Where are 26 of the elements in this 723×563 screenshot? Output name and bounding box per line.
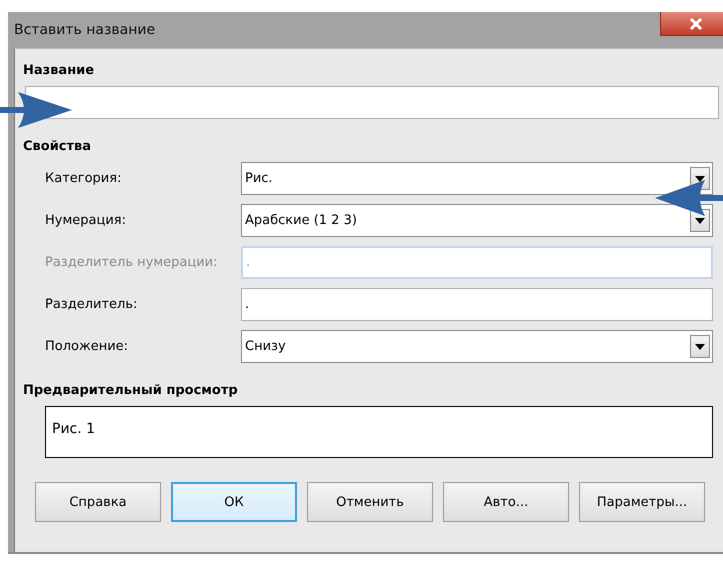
field-label: Разделитель нумерации: bbox=[45, 255, 218, 270]
dropdown-field[interactable]: Арабские (1 2 3) bbox=[241, 204, 713, 237]
caption-field[interactable] bbox=[25, 86, 719, 119]
dialog-button[interactable]: ОК bbox=[171, 482, 297, 522]
preview-box: Рис. 1 bbox=[45, 406, 713, 458]
field-label: Положение: bbox=[45, 339, 130, 354]
caret-icon bbox=[695, 344, 705, 350]
annotation-arrow bbox=[655, 180, 723, 216]
section-heading: Предварительный просмотр bbox=[23, 383, 239, 398]
input-field[interactable]: . bbox=[241, 288, 713, 321]
section-heading: Название bbox=[23, 63, 96, 78]
field-label: Разделитель: bbox=[45, 297, 138, 312]
annotation-arrow bbox=[0, 92, 72, 128]
dialog-button[interactable]: Отменить bbox=[307, 482, 433, 522]
dropdown-field[interactable]: Снизу bbox=[241, 330, 713, 363]
dropdown-button[interactable] bbox=[690, 335, 710, 358]
field-label: Категория: bbox=[45, 171, 122, 186]
field-label: Нумерация: bbox=[45, 213, 127, 228]
dialog-button[interactable]: Справка bbox=[35, 482, 161, 522]
close-icon bbox=[688, 18, 702, 30]
section-heading: Свойства bbox=[23, 139, 92, 154]
dialog-button[interactable]: Параметры... bbox=[579, 482, 705, 522]
dropdown-field[interactable]: Рис. bbox=[241, 162, 713, 195]
dialog-button[interactable]: Авто... bbox=[443, 482, 569, 522]
close-button[interactable] bbox=[660, 12, 723, 36]
window-title: Вставить название bbox=[13, 22, 156, 38]
